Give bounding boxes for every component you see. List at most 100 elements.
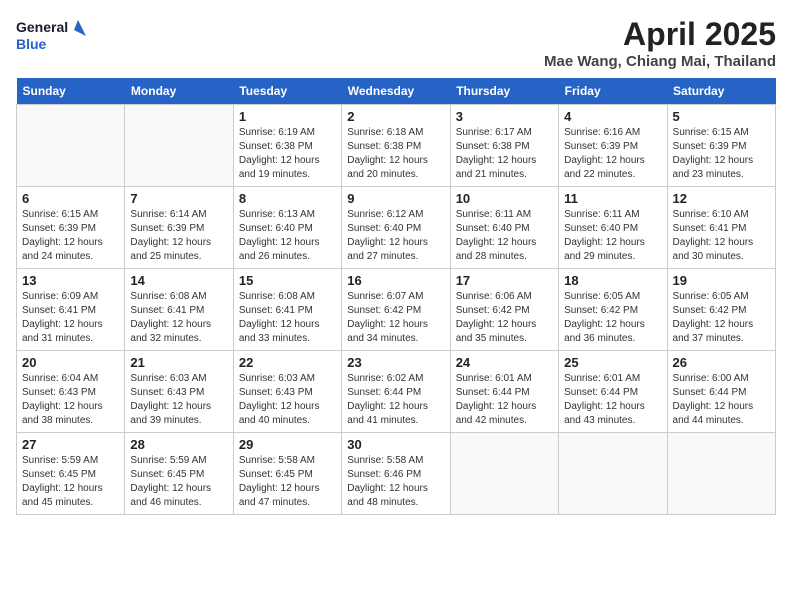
calendar-cell: 23 Sunrise: 6:02 AMSunset: 6:44 PMDaylig… bbox=[342, 351, 450, 433]
calendar-cell: 14 Sunrise: 6:08 AMSunset: 6:41 PMDaylig… bbox=[125, 269, 233, 351]
day-number: 2 bbox=[347, 109, 444, 124]
day-number: 22 bbox=[239, 355, 336, 370]
day-info: Sunrise: 6:05 AMSunset: 6:42 PMDaylight:… bbox=[564, 290, 661, 346]
day-info: Sunrise: 6:00 AMSunset: 6:44 PMDaylight:… bbox=[673, 372, 770, 428]
calendar-cell: 25 Sunrise: 6:01 AMSunset: 6:44 PMDaylig… bbox=[559, 351, 667, 433]
day-info: Sunrise: 6:01 AMSunset: 6:44 PMDaylight:… bbox=[456, 372, 553, 428]
day-info: Sunrise: 6:09 AMSunset: 6:41 PMDaylight:… bbox=[22, 290, 119, 346]
calendar-week-1: 1 Sunrise: 6:19 AMSunset: 6:38 PMDayligh… bbox=[17, 105, 776, 187]
day-number: 9 bbox=[347, 191, 444, 206]
calendar-cell: 22 Sunrise: 6:03 AMSunset: 6:43 PMDaylig… bbox=[233, 351, 341, 433]
day-info: Sunrise: 5:58 AMSunset: 6:45 PMDaylight:… bbox=[239, 454, 336, 510]
day-number: 27 bbox=[22, 437, 119, 452]
day-number: 26 bbox=[673, 355, 770, 370]
calendar-cell: 5 Sunrise: 6:15 AMSunset: 6:39 PMDayligh… bbox=[667, 105, 775, 187]
day-number: 14 bbox=[130, 273, 227, 288]
svg-text:General: General bbox=[16, 19, 68, 35]
calendar-week-5: 27 Sunrise: 5:59 AMSunset: 6:45 PMDaylig… bbox=[17, 433, 776, 515]
day-number: 5 bbox=[673, 109, 770, 124]
calendar-cell bbox=[667, 433, 775, 515]
calendar-cell: 24 Sunrise: 6:01 AMSunset: 6:44 PMDaylig… bbox=[450, 351, 558, 433]
calendar-cell bbox=[125, 105, 233, 187]
calendar-cell: 9 Sunrise: 6:12 AMSunset: 6:40 PMDayligh… bbox=[342, 187, 450, 269]
day-info: Sunrise: 6:01 AMSunset: 6:44 PMDaylight:… bbox=[564, 372, 661, 428]
calendar-cell: 7 Sunrise: 6:14 AMSunset: 6:39 PMDayligh… bbox=[125, 187, 233, 269]
day-info: Sunrise: 6:03 AMSunset: 6:43 PMDaylight:… bbox=[130, 372, 227, 428]
calendar-cell: 17 Sunrise: 6:06 AMSunset: 6:42 PMDaylig… bbox=[450, 269, 558, 351]
calendar-cell: 26 Sunrise: 6:00 AMSunset: 6:44 PMDaylig… bbox=[667, 351, 775, 433]
calendar-header-friday: Friday bbox=[559, 78, 667, 105]
calendar-cell: 27 Sunrise: 5:59 AMSunset: 6:45 PMDaylig… bbox=[17, 433, 125, 515]
day-info: Sunrise: 6:19 AMSunset: 6:38 PMDaylight:… bbox=[239, 126, 336, 182]
calendar-cell: 20 Sunrise: 6:04 AMSunset: 6:43 PMDaylig… bbox=[17, 351, 125, 433]
day-number: 1 bbox=[239, 109, 336, 124]
day-info: Sunrise: 6:17 AMSunset: 6:38 PMDaylight:… bbox=[456, 126, 553, 182]
day-number: 30 bbox=[347, 437, 444, 452]
calendar-week-4: 20 Sunrise: 6:04 AMSunset: 6:43 PMDaylig… bbox=[17, 351, 776, 433]
calendar-cell: 29 Sunrise: 5:58 AMSunset: 6:45 PMDaylig… bbox=[233, 433, 341, 515]
calendar-cell: 15 Sunrise: 6:08 AMSunset: 6:41 PMDaylig… bbox=[233, 269, 341, 351]
calendar-header-monday: Monday bbox=[125, 78, 233, 105]
calendar-cell: 19 Sunrise: 6:05 AMSunset: 6:42 PMDaylig… bbox=[667, 269, 775, 351]
day-number: 11 bbox=[564, 191, 661, 206]
calendar-cell: 4 Sunrise: 6:16 AMSunset: 6:39 PMDayligh… bbox=[559, 105, 667, 187]
day-info: Sunrise: 6:10 AMSunset: 6:41 PMDaylight:… bbox=[673, 208, 770, 264]
calendar-cell bbox=[17, 105, 125, 187]
calendar-week-3: 13 Sunrise: 6:09 AMSunset: 6:41 PMDaylig… bbox=[17, 269, 776, 351]
day-info: Sunrise: 6:15 AMSunset: 6:39 PMDaylight:… bbox=[22, 208, 119, 264]
calendar-header-saturday: Saturday bbox=[667, 78, 775, 105]
calendar-header-tuesday: Tuesday bbox=[233, 78, 341, 105]
calendar-cell: 3 Sunrise: 6:17 AMSunset: 6:38 PMDayligh… bbox=[450, 105, 558, 187]
calendar-cell: 10 Sunrise: 6:11 AMSunset: 6:40 PMDaylig… bbox=[450, 187, 558, 269]
day-number: 4 bbox=[564, 109, 661, 124]
calendar-header-sunday: Sunday bbox=[17, 78, 125, 105]
calendar-table: SundayMondayTuesdayWednesdayThursdayFrid… bbox=[16, 78, 776, 515]
day-info: Sunrise: 5:59 AMSunset: 6:45 PMDaylight:… bbox=[130, 454, 227, 510]
day-number: 29 bbox=[239, 437, 336, 452]
day-info: Sunrise: 6:08 AMSunset: 6:41 PMDaylight:… bbox=[130, 290, 227, 346]
calendar-cell: 28 Sunrise: 5:59 AMSunset: 6:45 PMDaylig… bbox=[125, 433, 233, 515]
day-info: Sunrise: 6:03 AMSunset: 6:43 PMDaylight:… bbox=[239, 372, 336, 428]
day-number: 7 bbox=[130, 191, 227, 206]
day-info: Sunrise: 6:07 AMSunset: 6:42 PMDaylight:… bbox=[347, 290, 444, 346]
day-info: Sunrise: 6:11 AMSunset: 6:40 PMDaylight:… bbox=[456, 208, 553, 264]
calendar-cell: 13 Sunrise: 6:09 AMSunset: 6:41 PMDaylig… bbox=[17, 269, 125, 351]
calendar-cell: 12 Sunrise: 6:10 AMSunset: 6:41 PMDaylig… bbox=[667, 187, 775, 269]
day-number: 13 bbox=[22, 273, 119, 288]
day-number: 3 bbox=[456, 109, 553, 124]
day-number: 17 bbox=[456, 273, 553, 288]
calendar-header-thursday: Thursday bbox=[450, 78, 558, 105]
day-info: Sunrise: 6:16 AMSunset: 6:39 PMDaylight:… bbox=[564, 126, 661, 182]
day-info: Sunrise: 6:14 AMSunset: 6:39 PMDaylight:… bbox=[130, 208, 227, 264]
day-info: Sunrise: 6:02 AMSunset: 6:44 PMDaylight:… bbox=[347, 372, 444, 428]
day-number: 10 bbox=[456, 191, 553, 206]
day-number: 25 bbox=[564, 355, 661, 370]
day-info: Sunrise: 6:08 AMSunset: 6:41 PMDaylight:… bbox=[239, 290, 336, 346]
title-block: April 2025 Mae Wang, Chiang Mai, Thailan… bbox=[544, 16, 776, 70]
day-number: 8 bbox=[239, 191, 336, 206]
calendar-cell: 16 Sunrise: 6:07 AMSunset: 6:42 PMDaylig… bbox=[342, 269, 450, 351]
day-info: Sunrise: 5:59 AMSunset: 6:45 PMDaylight:… bbox=[22, 454, 119, 510]
logo-svg: General Blue bbox=[16, 16, 86, 58]
calendar-cell: 8 Sunrise: 6:13 AMSunset: 6:40 PMDayligh… bbox=[233, 187, 341, 269]
day-number: 21 bbox=[130, 355, 227, 370]
calendar-cell: 11 Sunrise: 6:11 AMSunset: 6:40 PMDaylig… bbox=[559, 187, 667, 269]
svg-text:Blue: Blue bbox=[16, 36, 47, 52]
day-number: 24 bbox=[456, 355, 553, 370]
calendar-cell: 18 Sunrise: 6:05 AMSunset: 6:42 PMDaylig… bbox=[559, 269, 667, 351]
day-number: 19 bbox=[673, 273, 770, 288]
day-number: 28 bbox=[130, 437, 227, 452]
day-number: 6 bbox=[22, 191, 119, 206]
day-info: Sunrise: 5:58 AMSunset: 6:46 PMDaylight:… bbox=[347, 454, 444, 510]
calendar-cell: 21 Sunrise: 6:03 AMSunset: 6:43 PMDaylig… bbox=[125, 351, 233, 433]
calendar-week-2: 6 Sunrise: 6:15 AMSunset: 6:39 PMDayligh… bbox=[17, 187, 776, 269]
day-info: Sunrise: 6:18 AMSunset: 6:38 PMDaylight:… bbox=[347, 126, 444, 182]
day-info: Sunrise: 6:06 AMSunset: 6:42 PMDaylight:… bbox=[456, 290, 553, 346]
location-title: Mae Wang, Chiang Mai, Thailand bbox=[544, 53, 776, 70]
calendar-header-wednesday: Wednesday bbox=[342, 78, 450, 105]
day-number: 15 bbox=[239, 273, 336, 288]
day-info: Sunrise: 6:13 AMSunset: 6:40 PMDaylight:… bbox=[239, 208, 336, 264]
day-info: Sunrise: 6:04 AMSunset: 6:43 PMDaylight:… bbox=[22, 372, 119, 428]
day-number: 18 bbox=[564, 273, 661, 288]
day-info: Sunrise: 6:15 AMSunset: 6:39 PMDaylight:… bbox=[673, 126, 770, 182]
